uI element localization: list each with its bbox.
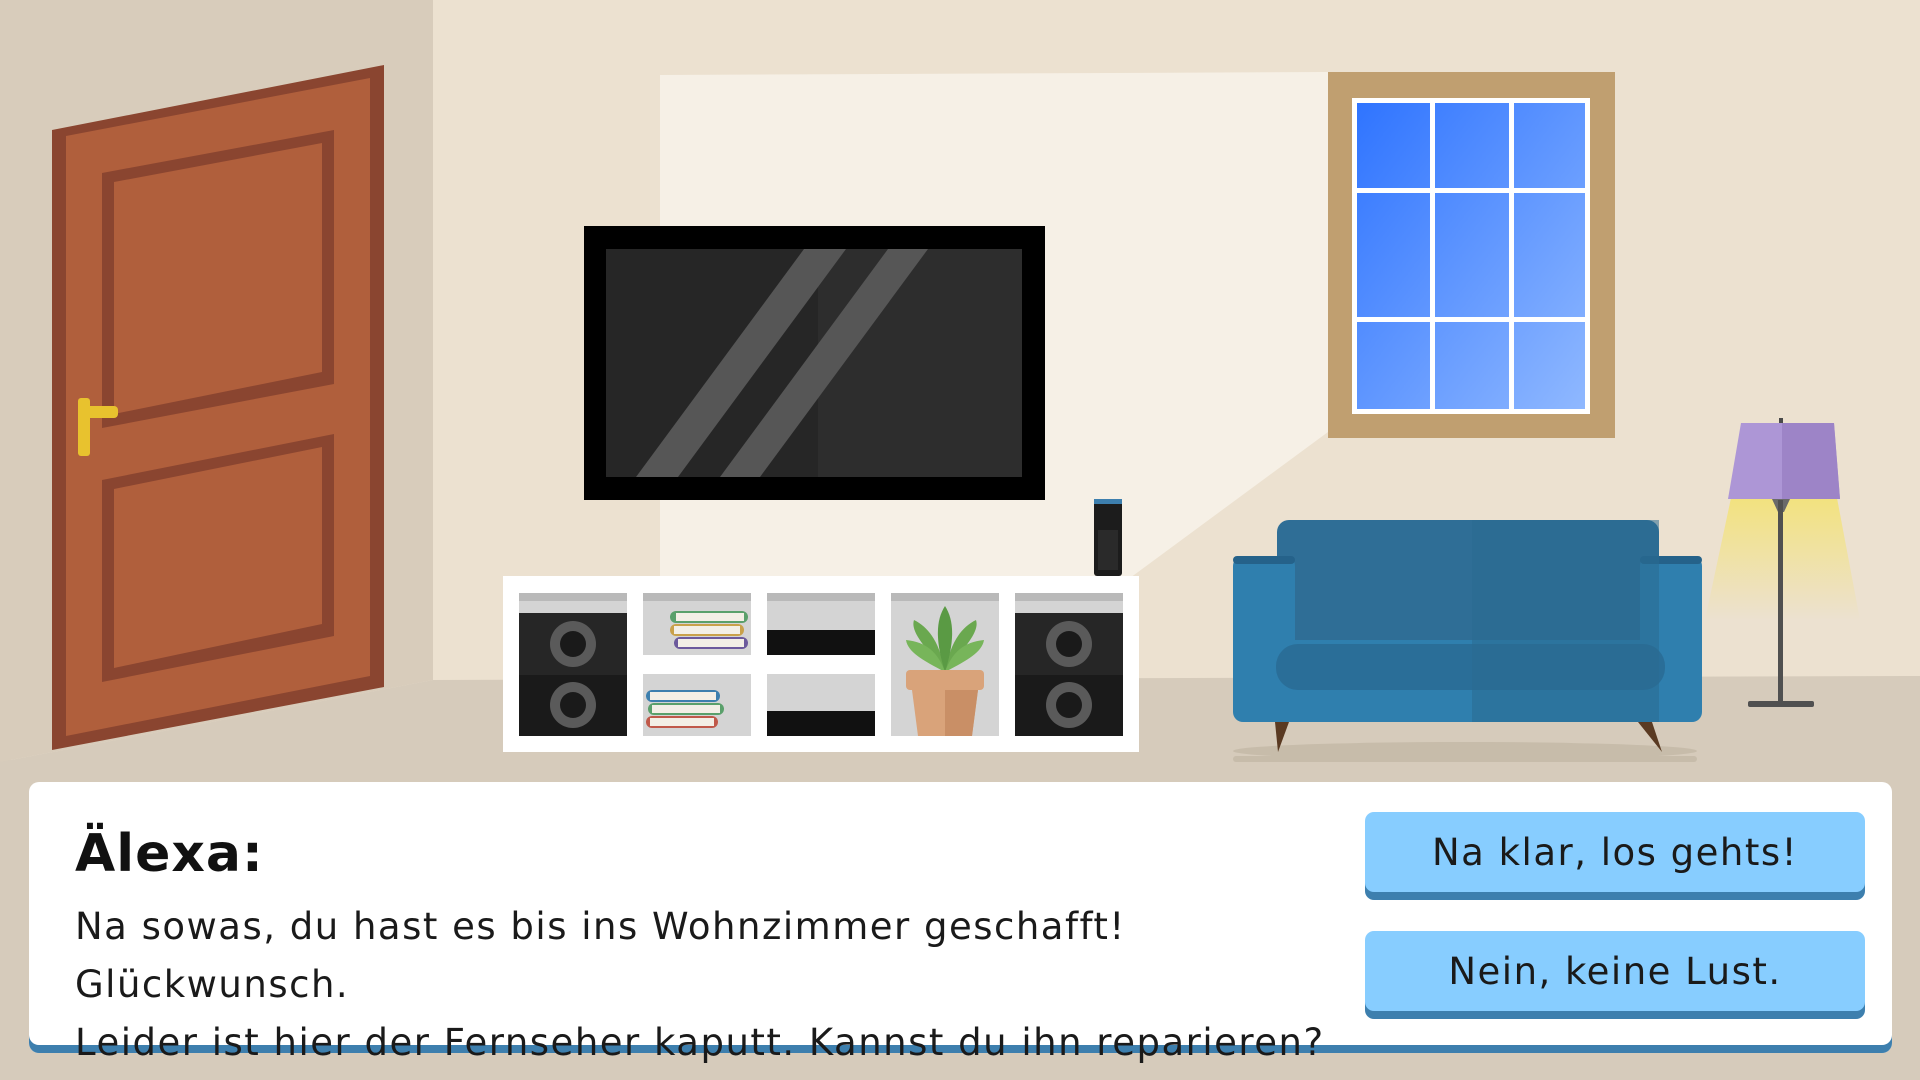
- dialog-box: Älexa: Na sowas, du hast es bis ins Wohn…: [29, 782, 1892, 1064]
- smart-speaker-icon[interactable]: [1094, 499, 1122, 576]
- window-icon[interactable]: [1328, 72, 1615, 438]
- media-device: [767, 711, 875, 736]
- choice-no-button[interactable]: Nein, keine Lust.: [1365, 931, 1865, 1011]
- dialog-message: Na sowas, du hast es bis ins Wohnzimmer …: [75, 898, 1365, 1072]
- dialog-message-line: Leider ist hier der Fernseher kaputt. Ka…: [75, 1021, 1325, 1064]
- plant-icon: [906, 606, 984, 736]
- books-icon: [670, 611, 748, 649]
- books-icon: [646, 690, 724, 728]
- dialog-message-line: Na sowas, du hast es bis ins Wohnzimmer …: [75, 905, 1126, 1006]
- door-icon[interactable]: [52, 65, 384, 750]
- media-device: [767, 630, 875, 655]
- speaker-box-icon: [1015, 613, 1123, 736]
- choice-yes-button[interactable]: Na klar, los gehts!: [1365, 812, 1865, 892]
- speaker-name: Älexa:: [75, 824, 264, 884]
- speaker-box-icon: [519, 613, 627, 736]
- tv-icon[interactable]: [584, 226, 1045, 500]
